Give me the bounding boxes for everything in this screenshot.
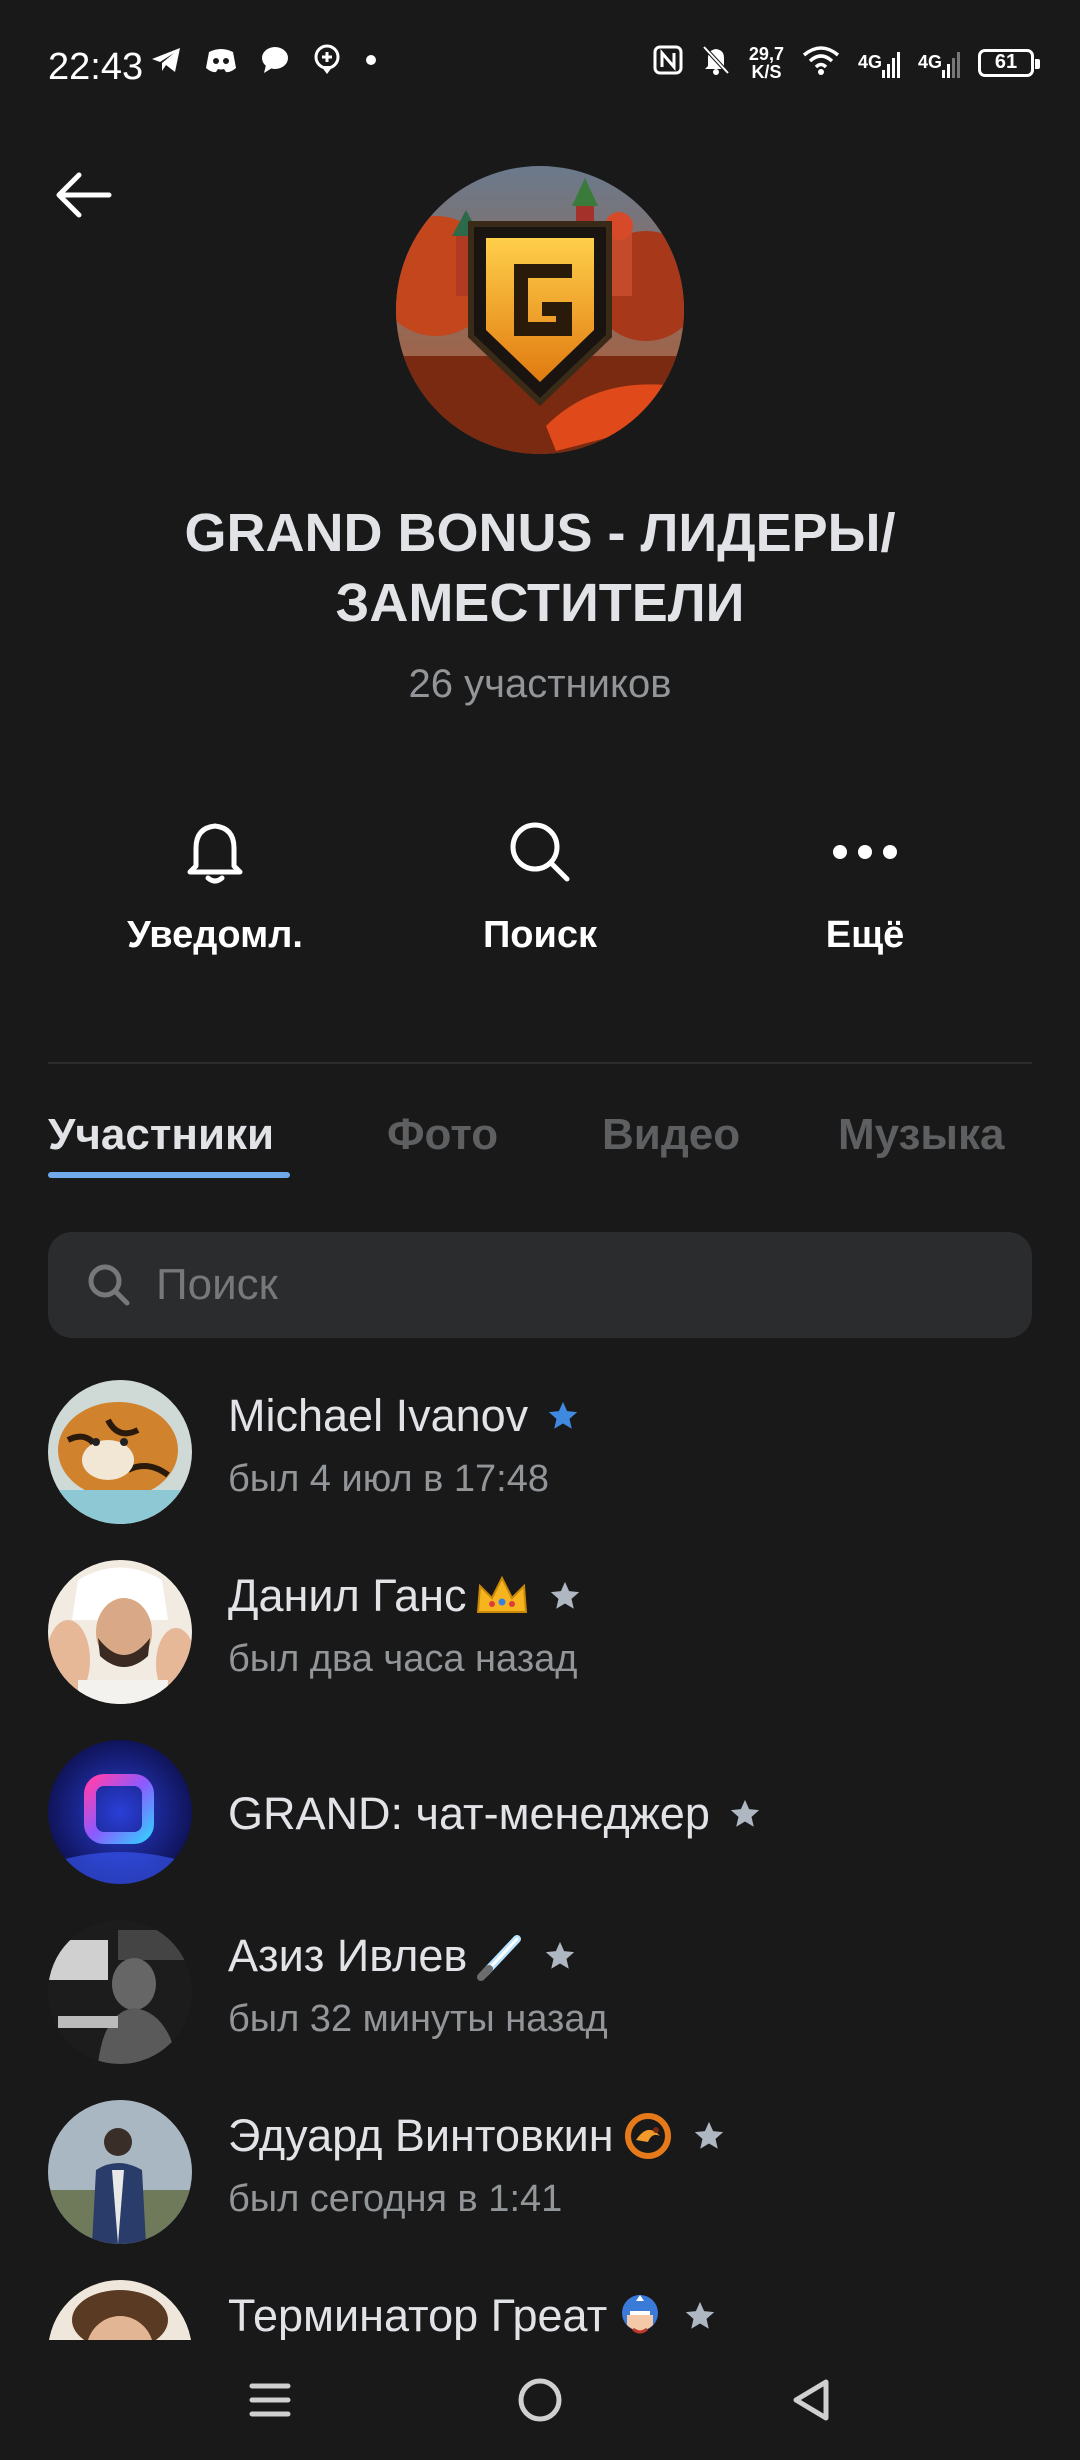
back-button[interactable]	[48, 160, 118, 230]
star-icon	[728, 1797, 762, 1831]
more-button[interactable]: Ещё	[735, 812, 995, 957]
net-speed-unit: K/S	[751, 61, 782, 82]
more-icon	[833, 845, 897, 859]
tab-videos[interactable]: Видео	[602, 1110, 740, 1160]
member-name-text: Эдуард Винтовкин	[228, 2110, 614, 2161]
search-action-label: Поиск	[482, 914, 598, 956]
chat-bubble-icon	[260, 45, 290, 80]
more-label: Ещё	[825, 914, 905, 956]
home-button[interactable]	[500, 2360, 580, 2440]
star-icon	[546, 1399, 580, 1433]
member-name-text: GRAND: чат-менеджер	[228, 1788, 710, 1839]
notifications-button[interactable]: Уведомл.	[85, 812, 345, 957]
list-item[interactable]: GRAND: чат-менеджер	[0, 1736, 1080, 1916]
location-plus-icon	[312, 44, 342, 81]
tab-members[interactable]: Участники	[48, 1110, 274, 1160]
action-row: Уведомл. Поиск Ещё	[0, 812, 1080, 972]
member-status: был 4 июл в 17:48	[228, 1458, 549, 1500]
member-name-text: Азиз Ивлев	[228, 1930, 468, 1981]
member-name-text: Данил Ганс	[228, 1570, 467, 1621]
member-status: был два часа назад	[228, 1638, 578, 1680]
captain-emoji-icon	[615, 2291, 665, 2340]
back-nav-button[interactable]	[770, 2360, 850, 2440]
discord-icon	[204, 46, 238, 79]
member-status: был 32 минуты назад	[228, 1998, 608, 2040]
divider	[48, 1062, 1032, 1064]
member-name: Терминатор Греат	[228, 2290, 717, 2340]
group-avatar[interactable]	[396, 166, 684, 454]
avatar	[48, 2100, 192, 2244]
signal-2-label: 4G	[917, 52, 942, 72]
list-item[interactable]: Азиз Ивлев был 32 минуты назад	[0, 1916, 1080, 2096]
battery-level: 61	[994, 51, 1018, 73]
avatar	[48, 1380, 192, 1524]
nfc-icon	[653, 45, 683, 80]
status-bar: 22:43 29,7 K/S 4G 4G 61	[0, 0, 1080, 130]
star-icon	[543, 1939, 577, 1973]
avatar	[48, 2280, 192, 2340]
star-icon	[548, 1579, 582, 1613]
home-circle-icon	[518, 2378, 562, 2422]
telegram-icon	[150, 45, 182, 80]
avatar	[48, 1920, 192, 2064]
member-name: Michael Ivanov	[228, 1390, 580, 1442]
tab-photos[interactable]: Фото	[387, 1110, 498, 1160]
lightsaber-emoji-icon	[475, 1931, 525, 1981]
avatar	[48, 1560, 192, 1704]
member-search-input[interactable]: Поиск	[48, 1232, 1032, 1338]
member-name: Данил Ганс	[228, 1570, 582, 1622]
member-name: Азиз Ивлев	[228, 1930, 577, 1982]
net-speed-value: 29,7	[748, 43, 784, 64]
list-item[interactable]: Michael Ivanov был 4 июл в 17:48	[0, 1376, 1080, 1556]
status-time: 22:43	[48, 46, 144, 88]
search-placeholder: Поиск	[156, 1260, 278, 1309]
avatar	[48, 1740, 192, 1884]
dot-icon	[364, 53, 378, 72]
search-action-button[interactable]: Поиск	[410, 812, 670, 957]
signal-1-label: 4G	[857, 52, 882, 72]
signal-2: 4G	[917, 52, 960, 78]
search-field-icon	[84, 1260, 134, 1310]
tab-active-indicator	[48, 1172, 290, 1178]
arrow-left-icon	[56, 172, 112, 218]
bell-icon	[187, 823, 243, 884]
member-count[interactable]: 26 участников	[0, 662, 1080, 707]
system-icons: 29,7 K/S 4G 4G 61	[653, 44, 1040, 81]
star-icon	[683, 2299, 717, 2333]
notifications-label: Уведомл.	[127, 914, 303, 956]
menu-icon	[249, 2383, 291, 2417]
notification-icons	[150, 44, 378, 81]
recent-apps-button[interactable]	[230, 2360, 310, 2440]
battery-icon: 61	[978, 48, 1040, 77]
member-name: Эдуард Винтовкин	[228, 2110, 726, 2162]
group-title: GRAND BONUS - ЛИДЕРЫ/ ЗАМЕСТИТЕЛИ	[184, 503, 896, 633]
search-icon	[510, 822, 570, 882]
member-name: GRAND: чат-менеджер	[228, 1788, 762, 1840]
list-item[interactable]: Эдуард Винтовкин был сегодня в 1:41	[0, 2096, 1080, 2276]
net-speed: 29,7 K/S	[749, 45, 784, 81]
crown-emoji-icon	[474, 1574, 530, 1618]
member-name-text: Michael Ivanov	[228, 1390, 529, 1441]
member-status: был сегодня в 1:41	[228, 2178, 563, 2220]
list-item[interactable]: Терминатор Греат	[0, 2276, 1080, 2340]
dragon-emoji-icon	[622, 2110, 674, 2162]
triangle-back-icon	[793, 2379, 829, 2421]
member-name-text: Терминатор Греат	[228, 2290, 608, 2340]
tab-music[interactable]: Музыка	[838, 1110, 1004, 1160]
wifi-icon	[802, 45, 840, 80]
star-icon	[692, 2119, 726, 2153]
signal-1: 4G	[857, 52, 900, 78]
mute-bell-icon	[701, 44, 731, 81]
list-item[interactable]: Данил Ганс был два часа назад	[0, 1556, 1080, 1736]
system-nav-bar	[0, 2340, 1080, 2460]
